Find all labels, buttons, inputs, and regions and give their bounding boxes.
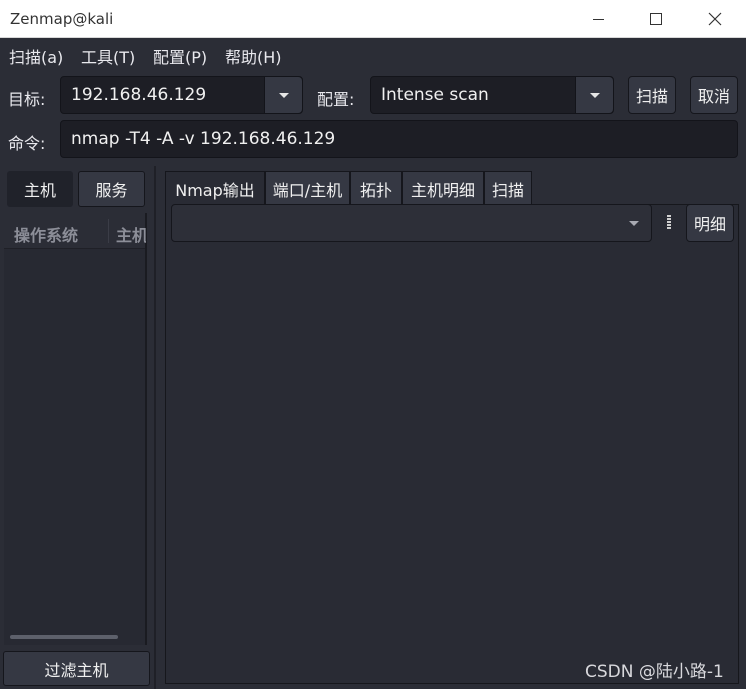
tab-hosts[interactable]: 主机 — [7, 171, 73, 207]
profile-value: Intense scan — [381, 85, 489, 105]
minimize-icon — [592, 18, 604, 20]
tab-nmap-output[interactable]: Nmap输出 — [165, 171, 265, 205]
profile-label: 配置: — [317, 90, 355, 109]
command-label: 命令: — [8, 134, 46, 153]
tab-scans[interactable]: 扫描 — [484, 171, 532, 205]
menu-scan[interactable]: 扫描(a) — [9, 44, 63, 68]
column-separator — [108, 219, 109, 243]
minimize-button[interactable] — [575, 0, 621, 38]
window-titlebar: Zenmap@kali — [0, 0, 746, 38]
menu-profile[interactable]: 配置(P) — [153, 44, 207, 68]
tab-host-details[interactable]: 主机明细 — [402, 171, 484, 205]
maximize-icon — [650, 13, 662, 25]
scan-button[interactable]: 扫描 — [628, 76, 676, 114]
tab-services[interactable]: 服务 — [78, 171, 145, 207]
target-combo[interactable]: 192.168.46.129 — [60, 76, 303, 114]
details-button[interactable]: 明细 — [686, 204, 734, 242]
output-host-select[interactable] — [171, 204, 652, 242]
zenmap-app: 扫描(a) 工具(T) 配置(P) 帮助(H) 目标: 192.168.46.1… — [0, 38, 746, 689]
window-title: Zenmap@kali — [10, 10, 114, 28]
output-panel — [165, 204, 739, 684]
tab-topology[interactable]: 拓扑 — [350, 171, 402, 205]
menu-bar: 扫描(a) 工具(T) 配置(P) 帮助(H) — [0, 38, 746, 70]
host-list-header: 操作系统 主机 — [4, 213, 146, 249]
column-os[interactable]: 操作系统 — [14, 222, 78, 246]
chevron-down-icon — [629, 221, 639, 226]
close-icon — [708, 12, 722, 26]
command-input[interactable]: nmap -T4 -A -v 192.168.46.129 — [60, 120, 738, 158]
menu-tools[interactable]: 工具(T) — [81, 44, 135, 68]
target-dropdown-button[interactable] — [264, 77, 302, 113]
close-button[interactable] — [692, 0, 738, 38]
menu-help[interactable]: 帮助(H) — [225, 44, 282, 68]
maximize-button[interactable] — [633, 0, 679, 38]
pane-divider[interactable] — [154, 166, 156, 689]
grip-icon — [667, 215, 671, 230]
profile-dropdown-button[interactable] — [575, 77, 613, 113]
column-host[interactable]: 主机 — [116, 222, 146, 246]
host-list-scrollbar[interactable] — [10, 635, 118, 639]
chevron-down-icon — [589, 92, 600, 98]
tab-ports-hosts[interactable]: 端口/主机 — [265, 171, 350, 205]
filter-hosts-button[interactable]: 过滤主机 — [3, 651, 150, 686]
target-label: 目标: — [8, 90, 46, 109]
cancel-button[interactable]: 取消 — [690, 76, 738, 114]
chevron-down-icon — [278, 92, 289, 98]
command-value: nmap -T4 -A -v 192.168.46.129 — [71, 129, 336, 149]
watermark: CSDN @陆小路-1 — [585, 662, 724, 682]
host-list[interactable]: 操作系统 主机 — [4, 213, 147, 645]
profile-combo[interactable]: Intense scan — [370, 76, 614, 114]
target-value: 192.168.46.129 — [71, 85, 207, 105]
